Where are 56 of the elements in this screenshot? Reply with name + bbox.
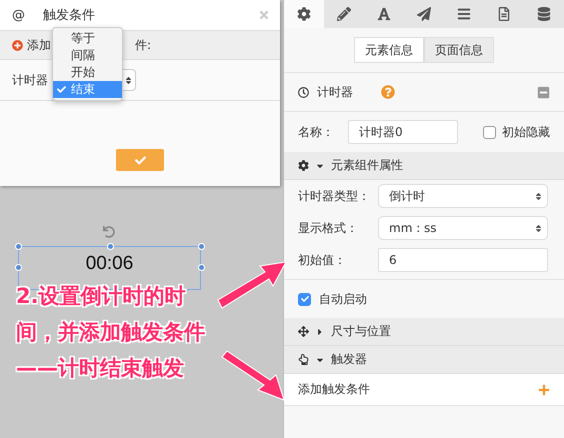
dialog-title: 触发条件 — [43, 7, 95, 24]
info-tab[interactable]: 页面信息 — [424, 37, 494, 63]
section-header[interactable]: 触发器 — [284, 346, 564, 374]
field-label: 初始值： — [298, 252, 347, 268]
add-trigger-label: 添加触发条件 — [298, 381, 370, 398]
database-icon — [537, 7, 551, 21]
add-icon[interactable] — [12, 40, 23, 50]
settings-tab[interactable] — [284, 0, 324, 28]
paper-plane-icon — [417, 7, 431, 21]
menu-item[interactable]: 间隔 — [53, 47, 122, 64]
input-field[interactable]: 6 — [378, 248, 548, 272]
settings-icon — [297, 7, 311, 21]
confirm-button[interactable] — [116, 149, 164, 171]
section-header[interactable]: 尺寸与位置 — [284, 318, 564, 346]
add-condition-label: 件: — [135, 36, 152, 54]
add-condition-label: 添加 — [27, 36, 51, 54]
checkbox[interactable] — [298, 292, 311, 306]
add-icon[interactable] — [538, 384, 550, 396]
rotate-icon[interactable] — [103, 226, 115, 238]
name-field[interactable]: 计时器0 — [348, 120, 458, 144]
section-header[interactable]: 元素组件属性 — [284, 152, 564, 180]
annotation-text: ——计时结束触发 — [16, 355, 185, 382]
menu-icon — [457, 7, 471, 21]
menu-item[interactable]: 等于 — [53, 30, 122, 47]
select-field[interactable]: 倒计时 — [378, 184, 548, 208]
sort-icon — [534, 192, 543, 200]
hand-icon — [298, 354, 309, 365]
pencil-icon — [337, 7, 351, 21]
help-icon[interactable] — [381, 85, 395, 99]
gear-icon — [298, 160, 309, 171]
check-icon — [300, 295, 308, 303]
annotation-text: 间，并添加触发条件 — [16, 319, 205, 346]
clock-icon — [298, 86, 309, 98]
check-icon — [57, 85, 66, 94]
sort-icon — [124, 76, 133, 84]
check-icon — [134, 154, 146, 166]
component-title: 计时器 — [317, 84, 353, 100]
info-tab[interactable]: 元素信息 — [354, 37, 424, 63]
section-title[interactable]: 触发器 — [331, 351, 367, 368]
font-icon — [377, 7, 391, 21]
select-field[interactable]: mm : ss — [378, 216, 548, 240]
condition-label: 计时器 — [12, 72, 48, 88]
field-label: 显示格式： — [298, 220, 359, 236]
checkbox-label: 自动启动 — [319, 290, 367, 308]
at-symbol: @ — [12, 8, 25, 22]
collapse-icon[interactable] — [537, 86, 550, 98]
checkbox[interactable] — [483, 126, 496, 138]
menu-item[interactable]: 开始 — [53, 64, 122, 81]
section-title[interactable]: 元素组件属性 — [331, 157, 403, 174]
move-icon — [298, 326, 309, 337]
sort-icon — [534, 224, 543, 232]
field-label: 计时器类型： — [298, 188, 371, 204]
name-label: 名称： — [298, 124, 335, 140]
checkbox-label: 初始隐藏 — [502, 124, 550, 140]
section-title[interactable]: 尺寸与位置 — [331, 323, 391, 340]
document-icon — [497, 7, 511, 21]
